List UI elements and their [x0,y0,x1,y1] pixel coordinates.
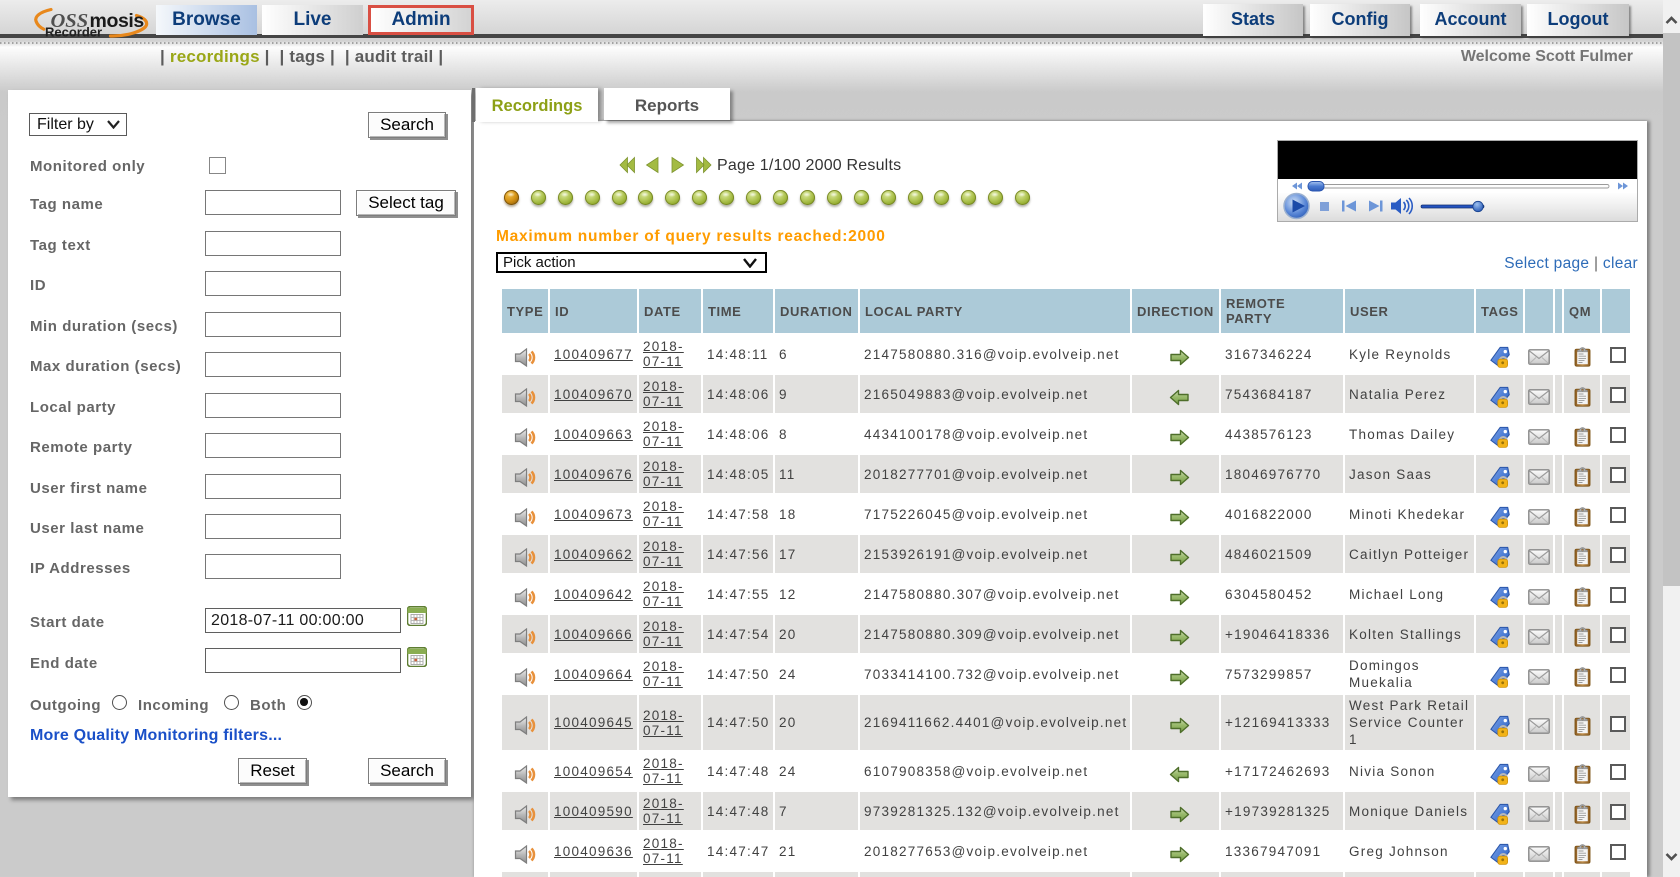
svg-text:Recorder: Recorder [45,25,102,40]
